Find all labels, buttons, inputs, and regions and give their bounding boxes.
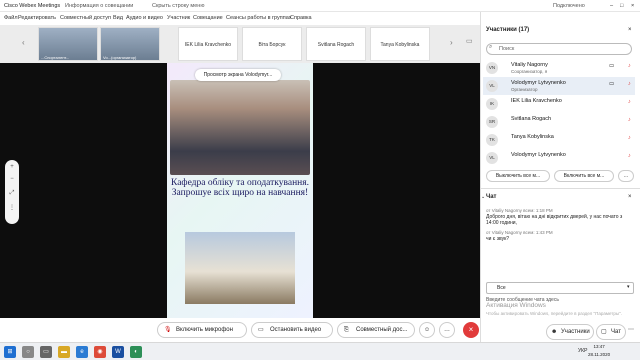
minimize-icon[interactable]: – xyxy=(610,0,613,12)
participants-title: Участники (17) xyxy=(486,27,530,33)
unmute-all-button[interactable]: Включить все м... xyxy=(554,170,614,182)
menu-breakout[interactable]: Сеансы работы в группах xyxy=(226,12,292,25)
building-photo xyxy=(185,232,295,304)
menu-audio-video[interactable]: Аудио и видео xyxy=(126,12,163,25)
filmstrip-layout-icon[interactable]: ▭ xyxy=(466,37,473,45)
activation-watermark-subtext: Чтобы активировать Windows, перейдите в … xyxy=(486,311,622,316)
participant-tile[interactable]: Tanya Kobylinska xyxy=(370,27,430,61)
chat-close-icon[interactable]: × xyxy=(628,194,632,200)
participant-tile[interactable]: IEK Lilia Kravchenko xyxy=(178,27,238,61)
chat-meta: от Vitaliy Nagorny всем: 1:18 PM xyxy=(486,208,553,213)
chevron-down-icon: ▾ xyxy=(627,284,630,290)
panel-toggle-bar: ☻ Участники ▢ Чат ⋯ xyxy=(480,322,640,340)
search-icon[interactable]: ○ xyxy=(22,346,34,358)
participant-tile[interactable]: Віта Борсук xyxy=(242,27,302,61)
more-options-button[interactable]: … xyxy=(439,322,455,338)
taskbar: ⊞ ○ ▭ ▬ e ◉ W ◐ УКР xyxy=(0,342,640,360)
fit-screen-icon[interactable]: ⤢ xyxy=(5,190,19,197)
video-filmstrip: ‹ ...Спорталент... Vo...(организатор) IE… xyxy=(0,25,480,63)
mic-muted-icon: ♪ xyxy=(628,99,631,105)
participant-row[interactable]: SR Svitlana Rogach ♪ xyxy=(483,113,635,131)
menu-meeting[interactable]: Совещание xyxy=(193,12,223,25)
menu-participant[interactable]: Участник xyxy=(167,12,190,25)
webex-icon[interactable]: ◐ xyxy=(130,346,142,358)
chat-recipient-select[interactable]: Все xyxy=(486,282,634,294)
participants-toggle-button[interactable]: ☻ Участники xyxy=(546,324,594,340)
participant-row[interactable]: VL Volodymyr Lytvynenko ♪ xyxy=(483,149,635,167)
maximize-icon[interactable]: □ xyxy=(620,0,623,12)
search-icon: ⌕ xyxy=(489,44,493,50)
ellipsis-icon: … xyxy=(444,327,450,333)
more-icon[interactable]: ⋮ xyxy=(5,204,19,211)
mute-all-button[interactable]: Выключить все м... xyxy=(486,170,550,182)
hide-menu-link[interactable]: Скрыть строку меню xyxy=(152,0,204,12)
screen-preview-label[interactable]: Просмотр экрана Volodymyr... xyxy=(195,69,281,81)
mic-muted-icon: ♪ xyxy=(628,135,631,141)
folder-icon[interactable]: ▬ xyxy=(58,346,70,358)
filmstrip-prev-icon[interactable]: ‹ xyxy=(22,38,25,47)
end-meeting-button[interactable]: × xyxy=(463,322,479,338)
connection-status: Подключено xyxy=(553,3,585,9)
edge-icon[interactable]: e xyxy=(76,346,88,358)
close-icon: × xyxy=(468,325,474,334)
participants-more-button[interactable]: ... xyxy=(618,170,634,182)
menu-share[interactable]: Совместный доступ xyxy=(60,12,111,25)
chat-bubble-icon: ▢ xyxy=(601,329,607,335)
menu-edit[interactable]: Редактировать xyxy=(18,12,56,25)
chat-collapse-icon[interactable]: ⌄ xyxy=(481,194,485,200)
camera-icon: ▭ xyxy=(609,63,615,69)
unmute-button[interactable]: 🎙 Включить микрофон xyxy=(157,322,247,338)
mic-muted-icon: ♪ xyxy=(628,153,631,159)
chat-message: Доброго дня, вітаю на дні відкритих двер… xyxy=(486,214,623,226)
participant-row[interactable]: VN Vitaliy Nagorny Соорганизатор, я ▭ ♪ xyxy=(483,59,635,77)
zoom-out-icon[interactable]: − xyxy=(5,176,19,182)
participant-row[interactable]: TK Tanya Kobylinska ♪ xyxy=(483,131,635,149)
meeting-info-link[interactable]: Информация о совещании xyxy=(65,0,133,12)
camera-icon: ▭ xyxy=(609,81,615,87)
zoom-in-icon[interactable]: + xyxy=(5,164,19,170)
department-text: Кафедра обліку та оподаткування. Запрошу… xyxy=(170,178,310,198)
menu-view[interactable]: Вид xyxy=(113,12,123,25)
group-photo xyxy=(170,80,310,175)
windows-start-icon[interactable]: ⊞ xyxy=(4,346,16,358)
panel-divider xyxy=(480,188,640,189)
filmstrip-next-icon[interactable]: › xyxy=(450,38,453,47)
participant-tile[interactable]: Svitlana Rogach xyxy=(306,27,366,61)
share-icon: ⎘ xyxy=(344,327,349,333)
word-icon[interactable]: W xyxy=(112,346,124,358)
chat-message: чи є звук? xyxy=(486,236,510,242)
mic-muted-icon: ♪ xyxy=(628,81,631,87)
smile-icon: ☺ xyxy=(424,327,431,333)
reactions-button[interactable]: ☺ xyxy=(419,322,435,338)
meeting-controls: 🎙 Включить микрофон ▭ Остановить видео ⎘… xyxy=(0,318,480,342)
participants-close-icon[interactable]: × xyxy=(628,27,632,33)
activation-watermark: Активация Windows xyxy=(486,302,546,309)
share-button[interactable]: ⎘ Совместный дос... xyxy=(337,322,415,338)
close-icon[interactable]: × xyxy=(631,0,634,12)
video-tile[interactable]: ...Спорталент... xyxy=(38,27,98,61)
mic-muted-icon: ♪ xyxy=(628,117,631,123)
participant-row[interactable]: IK IEK Lilia Kravchenko ♪ xyxy=(483,95,635,113)
menu-help[interactable]: Справка xyxy=(290,12,312,25)
participant-row[interactable]: VL Volodymyr Lytvynenko Организатор ▭ ♪ xyxy=(483,77,635,95)
camera-icon: ▭ xyxy=(258,327,264,333)
chat-meta: от Vitaliy Nagorny всем: 1:43 PM xyxy=(486,230,553,235)
zoom-controls: + − ⤢ ⋮ xyxy=(5,160,19,224)
mic-muted-icon: 🎙 xyxy=(164,327,172,333)
app-title: Cisco Webex Meetings xyxy=(4,3,61,9)
chat-title: Чат xyxy=(486,194,497,200)
mic-muted-icon: ♪ xyxy=(628,63,631,69)
people-icon: ☻ xyxy=(551,329,558,335)
stop-video-button[interactable]: ▭ Остановить видео xyxy=(251,322,333,338)
task-view-icon[interactable]: ▭ xyxy=(40,346,52,358)
chat-toggle-button[interactable]: ▢ Чат xyxy=(596,324,626,340)
menu-file[interactable]: Файл xyxy=(4,12,18,25)
clock[interactable]: 13:47 28.11.2020 xyxy=(588,343,610,359)
more-panels-icon[interactable]: ⋯ xyxy=(628,326,634,333)
chrome-icon[interactable]: ◉ xyxy=(94,346,106,358)
video-tile[interactable]: Vo...(организатор) xyxy=(100,27,160,61)
language-indicator[interactable]: УКР xyxy=(578,348,587,354)
participant-search-input[interactable]: Поиск xyxy=(486,43,632,55)
title-bar: Cisco Webex Meetings Информация о совеща… xyxy=(0,0,640,12)
